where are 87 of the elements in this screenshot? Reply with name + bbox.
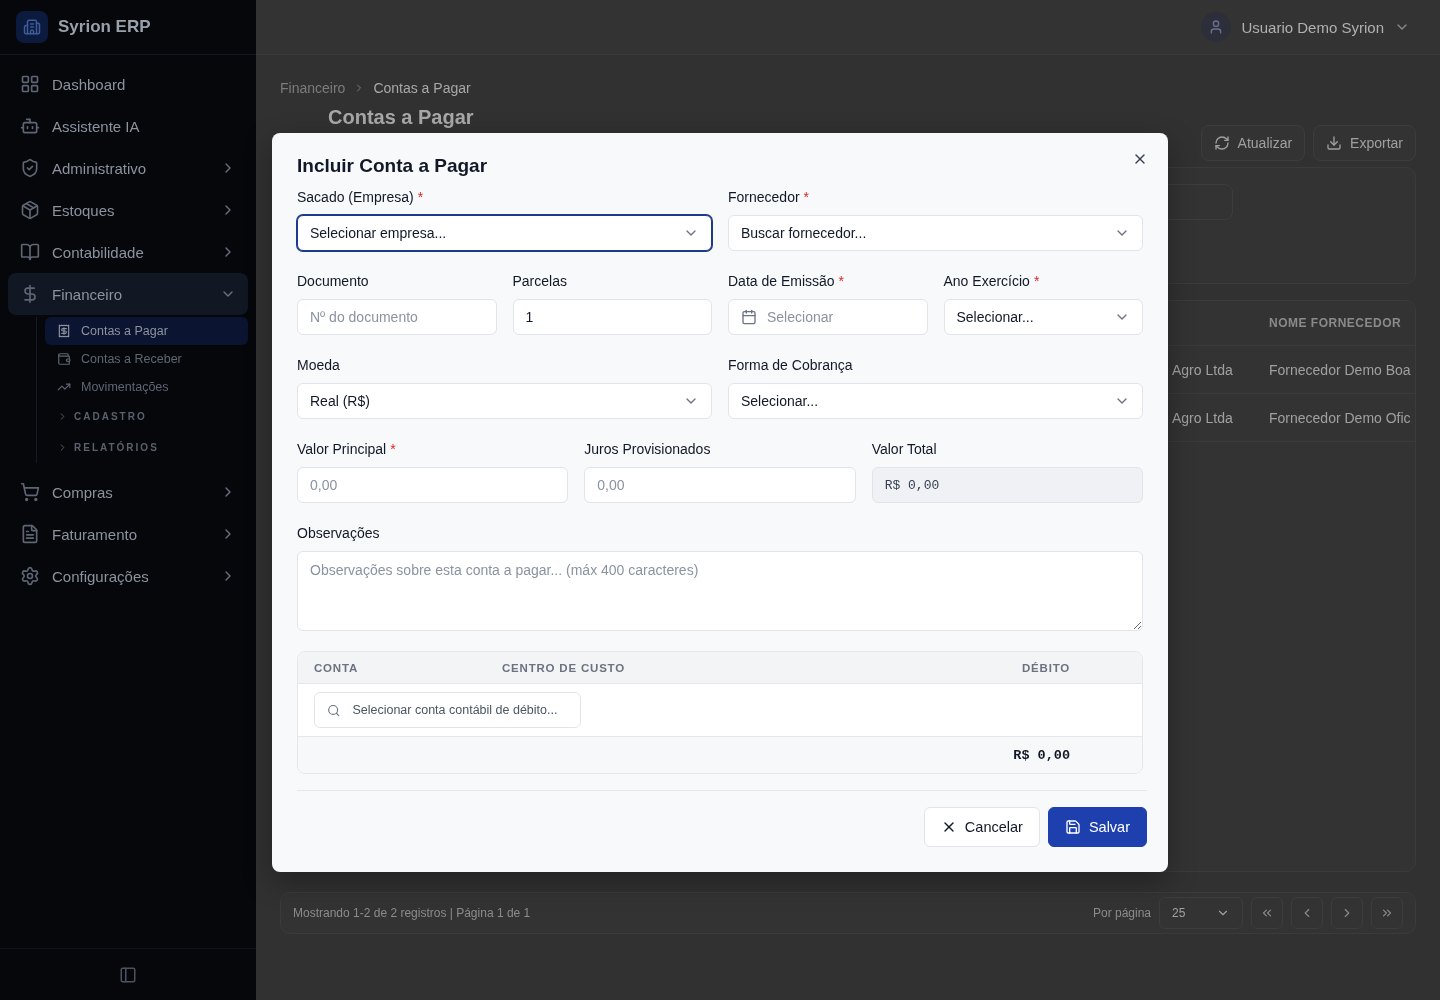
input-field[interactable]: Nº do documento bbox=[297, 299, 497, 335]
field-label: Documento bbox=[297, 273, 369, 291]
nav-item[interactable]: Financeiro bbox=[8, 273, 248, 315]
select-field[interactable]: Selecionar... bbox=[728, 383, 1143, 419]
column-header: CONTA bbox=[314, 661, 359, 674]
toolbar-button[interactable]: Atualizar bbox=[1200, 125, 1306, 161]
account-search-field[interactable]: Selecionar conta contábil de débito... bbox=[314, 692, 581, 728]
select-field[interactable]: Selecionar... bbox=[943, 299, 1143, 335]
field-label: Data de Emissão bbox=[728, 273, 835, 291]
total-field: R$ 0,00 bbox=[871, 467, 1143, 503]
grid-icon bbox=[20, 74, 40, 94]
field-label: Sacado (Empresa) bbox=[297, 189, 414, 207]
collapse-sidebar-icon[interactable] bbox=[119, 965, 137, 984]
field-label: Juros Provisionados bbox=[584, 441, 711, 459]
nav-item[interactable]: Configurações bbox=[8, 555, 248, 597]
account-search-input[interactable]: Selecionar conta contábil de débito... bbox=[352, 703, 568, 717]
nav-item[interactable]: Faturamento bbox=[8, 513, 248, 555]
user-icon bbox=[1201, 12, 1232, 42]
book-icon bbox=[20, 242, 40, 262]
field-label: Fornecedor bbox=[728, 189, 800, 207]
breadcrumb-link[interactable]: Contas a Pagar bbox=[373, 80, 471, 96]
required-mark: * bbox=[390, 441, 396, 459]
debit-total: R$ 0,00 bbox=[1013, 747, 1070, 763]
table-cell-text: Agro Ltda bbox=[1172, 409, 1234, 426]
field-label: Forma de Cobrança bbox=[728, 357, 853, 375]
cancel-button[interactable]: Cancelar bbox=[923, 807, 1040, 847]
select-field[interactable]: Real (R$) bbox=[297, 383, 712, 419]
cart-icon bbox=[20, 482, 40, 502]
dialog-title: Incluir Conta a Pagar bbox=[297, 155, 489, 177]
column-header: DÉBITO bbox=[1021, 661, 1070, 674]
shield-icon bbox=[20, 158, 40, 178]
notes-field[interactable]: Observações sobre esta conta a pagar... (máx 400 caracteres) bbox=[297, 551, 1143, 631]
page-title: Contas a Pagar bbox=[328, 106, 474, 128]
input-field[interactable]: 0,00 bbox=[584, 467, 856, 503]
input-field[interactable]: 0,00 bbox=[297, 467, 569, 503]
field-label: Moeda bbox=[297, 357, 340, 375]
calendar-icon bbox=[741, 309, 757, 325]
robot-icon bbox=[20, 116, 40, 136]
save-icon bbox=[1064, 819, 1081, 835]
nav-item[interactable]: Estoques bbox=[8, 189, 248, 231]
double-chevron-right-icon bbox=[1380, 906, 1394, 920]
previous-page-button[interactable] bbox=[1291, 897, 1323, 929]
nav-item[interactable]: Administrativo bbox=[8, 147, 248, 189]
app-name: Syrion ERP bbox=[58, 17, 151, 37]
field-label: Valor Principal bbox=[297, 441, 387, 459]
nav-item[interactable]: Compras bbox=[8, 471, 248, 513]
field-label: Ano Exercício bbox=[943, 273, 1030, 291]
next-page-button[interactable] bbox=[1331, 897, 1363, 929]
double-chevron-left-icon bbox=[1260, 906, 1274, 920]
refresh-icon bbox=[1213, 135, 1230, 151]
first-page-button[interactable] bbox=[1251, 897, 1283, 929]
table-cell-text: Fornecedor Demo Ofic bbox=[1269, 409, 1412, 426]
logo-icon bbox=[16, 11, 48, 43]
field-label: Valor Total bbox=[871, 441, 937, 459]
nav-subitem[interactable]: Movimentações bbox=[45, 373, 248, 401]
download-icon bbox=[1326, 135, 1343, 151]
toolbar-button[interactable]: Exportar bbox=[1313, 125, 1416, 161]
nav-item[interactable]: Contabilidade bbox=[8, 231, 248, 273]
nav-item[interactable]: Assistente IA bbox=[8, 105, 248, 147]
nav-subitem[interactable]: Contas a Pagar bbox=[45, 317, 248, 345]
gear-icon bbox=[20, 566, 40, 586]
column-header: CENTRO DE CUSTO bbox=[502, 661, 625, 674]
nav-item[interactable]: Dashboard bbox=[8, 63, 248, 105]
input-field[interactable]: 1 bbox=[512, 299, 712, 335]
wallet-icon bbox=[57, 352, 71, 366]
user-menu[interactable]: Usuario Demo Syrion bbox=[1195, 11, 1416, 43]
required-mark: * bbox=[838, 273, 845, 291]
receipt-icon bbox=[57, 324, 71, 338]
field-label: Parcelas bbox=[512, 273, 567, 291]
document-icon bbox=[20, 524, 40, 544]
records-summary: Mostrando 1-2 de 2 registros | Página 1 de 1 bbox=[293, 906, 531, 920]
per-page-select[interactable]: 25 bbox=[1159, 897, 1243, 929]
column-header: NOME FORNECEDOR bbox=[1269, 316, 1403, 330]
box-icon bbox=[20, 200, 40, 220]
select-field[interactable]: Buscar fornecedor... bbox=[728, 215, 1143, 251]
search-icon bbox=[327, 702, 341, 718]
table-cell-text: Agro Ltda bbox=[1172, 361, 1234, 378]
per-page-label: Por página bbox=[1092, 906, 1151, 920]
table-cell-text: Fornecedor Demo Boa bbox=[1269, 361, 1412, 378]
required-mark: * bbox=[803, 189, 810, 207]
nav-subitem[interactable]: Contas a Receber bbox=[45, 345, 248, 373]
save-button[interactable]: Salvar bbox=[1047, 807, 1147, 847]
last-page-button[interactable] bbox=[1371, 897, 1403, 929]
select-field[interactable]: Selecionar empresa... bbox=[297, 215, 712, 251]
required-mark: * bbox=[417, 189, 424, 207]
required-mark: * bbox=[1033, 273, 1040, 291]
field-label: Observações bbox=[297, 525, 380, 543]
